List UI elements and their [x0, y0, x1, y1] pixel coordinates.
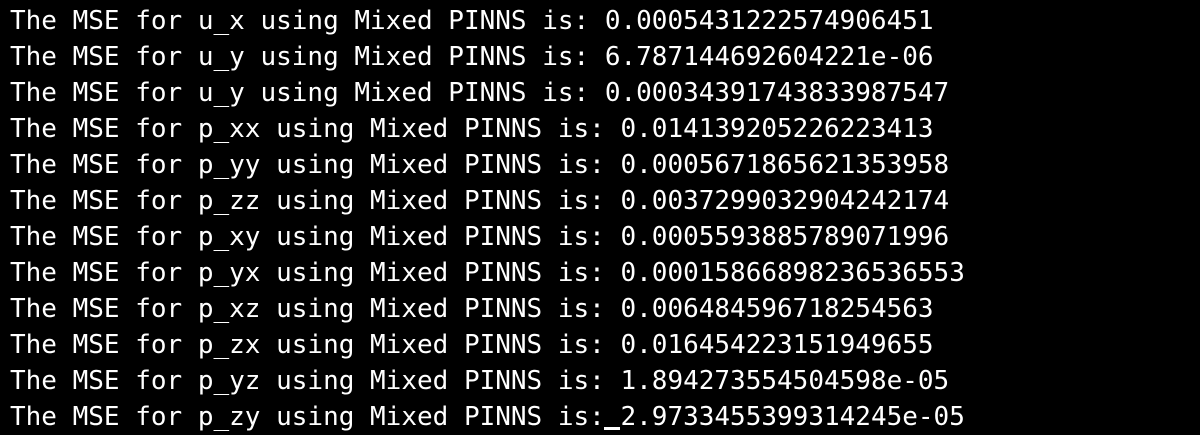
text-cursor [604, 427, 621, 430]
line-label: The MSE for u_y using Mixed PINNS is: [10, 78, 605, 108]
output-line-p-xx: The MSE for p_xx using Mixed PINNS is: 0… [10, 111, 1200, 147]
mse-value: 0.006484596718254563 [620, 294, 934, 324]
terminal-output[interactable]: The MSE for u_x using Mixed PINNS is: 0.… [0, 0, 1200, 434]
output-line-p-xz: The MSE for p_xz using Mixed PINNS is: 0… [10, 291, 1200, 327]
line-label: The MSE for p_xx using Mixed PINNS is: [10, 114, 621, 144]
mse-value: 0.016454223151949655 [620, 330, 934, 360]
mse-value: 0.00015866898236536553 [620, 258, 965, 288]
mse-value: 0.00034391743833987547 [604, 78, 950, 108]
mse-value: 0.0005671865621353958 [620, 150, 950, 180]
mse-value: 0.014139205226223413 [620, 114, 934, 144]
line-label: The MSE for p_xz using Mixed PINNS is: [10, 294, 621, 324]
line-label: The MSE for u_x using Mixed PINNS is: [10, 6, 605, 36]
output-line-p-yx: The MSE for p_yx using Mixed PINNS is: 0… [10, 255, 1200, 291]
mse-value: 1.894273554504598e-05 [620, 366, 950, 396]
line-label: The MSE for p_yz using Mixed PINNS is: [10, 366, 621, 396]
mse-value: 2.9733455399314245e-05 [620, 402, 965, 432]
output-line-p-yy: The MSE for p_yy using Mixed PINNS is: 0… [10, 147, 1200, 183]
output-line-p-zy: The MSE for p_zy using Mixed PINNS is: 2… [10, 399, 1200, 435]
line-label: The MSE for p_yy using Mixed PINNS is: [10, 150, 621, 180]
line-label: The MSE for u_y using Mixed PINNS is: [10, 42, 605, 72]
mse-value: 0.0005593885789071996 [620, 222, 950, 252]
output-line-u-y-2: The MSE for u_y using Mixed PINNS is: 0.… [10, 75, 1200, 111]
output-line-p-zx: The MSE for p_zx using Mixed PINNS is: 0… [10, 327, 1200, 363]
output-line-p-xy: The MSE for p_xy using Mixed PINNS is: 0… [10, 219, 1200, 255]
output-line-p-zz: The MSE for p_zz using Mixed PINNS is: 0… [10, 183, 1200, 219]
line-label: The MSE for p_zx using Mixed PINNS is: [10, 330, 621, 360]
output-line-p-yz: The MSE for p_yz using Mixed PINNS is: 1… [10, 363, 1200, 399]
output-line-u-x: The MSE for u_x using Mixed PINNS is: 0.… [10, 3, 1200, 39]
line-label: The MSE for p_zz using Mixed PINNS is: [10, 186, 621, 216]
mse-value: 6.787144692604221e-06 [604, 42, 934, 72]
mse-value: 0.0037299032904242174 [620, 186, 950, 216]
output-line-u-y: The MSE for u_y using Mixed PINNS is: 6.… [10, 39, 1200, 75]
line-label: The MSE for p_yx using Mixed PINNS is: [10, 258, 621, 288]
mse-value: 0.0005431222574906451 [604, 6, 934, 36]
line-label: The MSE for p_xy using Mixed PINNS is: [10, 222, 621, 252]
line-label: The MSE for p_zy using Mixed PINNS is: [10, 402, 621, 432]
